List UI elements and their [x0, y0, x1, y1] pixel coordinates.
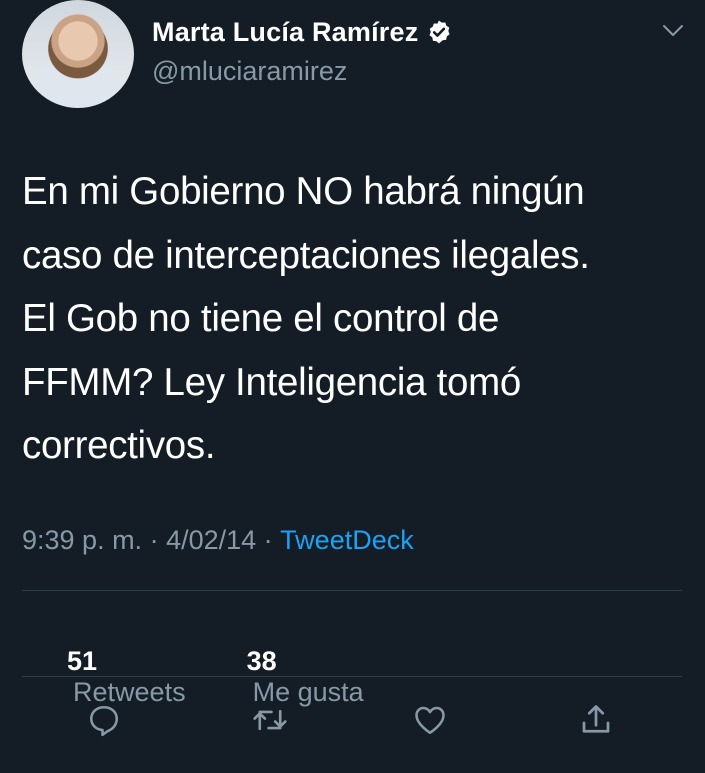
tweet-time[interactable]: 9:39 p. m.: [22, 525, 142, 556]
meta-separator: ·: [142, 525, 167, 555]
author-row[interactable]: Marta Lucía Ramírez: [152, 14, 452, 50]
author-display-name[interactable]: Marta Lucía Ramírez: [152, 17, 418, 48]
retweet-button[interactable]: [250, 700, 290, 740]
like-button[interactable]: [410, 700, 450, 740]
chevron-down-icon[interactable]: [662, 24, 684, 38]
reply-icon: [89, 705, 119, 737]
divider: [22, 590, 682, 591]
tweet-text: En mi Gobierno NO habrá ningún caso de i…: [22, 170, 590, 467]
like-icon: [415, 706, 445, 735]
reply-button[interactable]: [84, 700, 124, 740]
share-button[interactable]: [576, 700, 616, 740]
tweet-date[interactable]: 4/02/14: [166, 525, 256, 556]
avatar[interactable]: [22, 0, 134, 108]
meta-separator: ·: [256, 525, 281, 555]
likes-count: 38: [246, 646, 277, 676]
author-handle[interactable]: @mluciaramirez: [152, 56, 347, 87]
tweet: Marta Lucía Ramírez @mluciaramirez En mi…: [0, 0, 705, 773]
tweet-stats: 51 Retweets 38 Me gusta: [22, 615, 364, 739]
divider: [22, 676, 682, 677]
tweet-source-link[interactable]: TweetDeck: [280, 525, 414, 556]
retweets-count: 51: [67, 646, 98, 676]
retweet-icon: [253, 709, 287, 731]
tweet-meta: 9:39 p. m. · 4/02/14 · TweetDeck: [22, 525, 414, 556]
share-icon: [582, 705, 610, 733]
verified-badge-icon: [426, 19, 452, 45]
